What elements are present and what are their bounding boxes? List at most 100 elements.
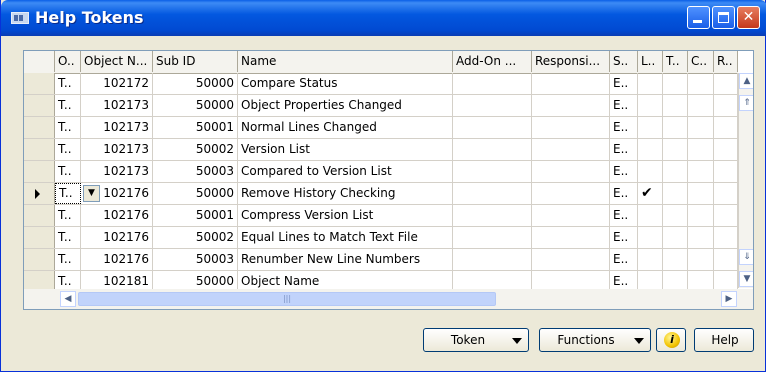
col-header-name[interactable]: Name bbox=[238, 51, 453, 72]
row-selector[interactable] bbox=[24, 205, 55, 226]
cell-r[interactable] bbox=[714, 161, 738, 182]
cell-r[interactable] bbox=[714, 139, 738, 160]
cell-s[interactable]: E.. bbox=[610, 205, 638, 226]
cell-object-type[interactable]: T.. bbox=[55, 249, 81, 270]
cell-object-no[interactable]: 102176 bbox=[81, 249, 153, 270]
cell-object-type[interactable]: T.. bbox=[55, 227, 81, 248]
cell-object-type[interactable]: T.. bbox=[55, 205, 81, 226]
cell-object-no[interactable]: 102172 bbox=[81, 73, 153, 94]
functions-menu-button[interactable]: Functions bbox=[539, 328, 651, 352]
cell-s[interactable]: E.. bbox=[610, 73, 638, 94]
header-selector[interactable] bbox=[24, 51, 55, 72]
cell-t[interactable] bbox=[663, 139, 688, 160]
cell-name[interactable]: Version List bbox=[238, 139, 453, 160]
info-button[interactable]: i bbox=[656, 328, 686, 352]
cell-sub-id[interactable]: 50001 bbox=[153, 205, 238, 226]
table-row[interactable]: T.. 102176 50002 Equal Lines to Match Text … bbox=[24, 227, 738, 249]
row-selector[interactable] bbox=[24, 139, 55, 160]
cell-object-type[interactable]: T.. bbox=[55, 73, 81, 94]
col-header-responsible[interactable]: Responsi... bbox=[532, 51, 610, 72]
row-selector[interactable] bbox=[24, 117, 55, 138]
row-selector[interactable] bbox=[24, 95, 55, 116]
minimize-button[interactable] bbox=[687, 6, 710, 29]
row-selector[interactable] bbox=[24, 161, 55, 182]
col-header-l[interactable]: L.. bbox=[638, 51, 663, 72]
col-header-add-on[interactable]: Add-On ... bbox=[453, 51, 532, 72]
cell-s[interactable]: E.. bbox=[610, 249, 638, 270]
cell-object-type[interactable]: T.. bbox=[55, 117, 81, 138]
token-menu-button[interactable]: Token bbox=[423, 328, 529, 352]
col-header-t[interactable]: T.. bbox=[663, 51, 688, 72]
cell-l[interactable] bbox=[638, 139, 663, 160]
cell-responsible[interactable] bbox=[532, 117, 610, 138]
cell-object-no[interactable]: 102173 bbox=[81, 95, 153, 116]
col-header-s[interactable]: S.. bbox=[610, 51, 638, 72]
cell-object-no[interactable]: 102173 bbox=[81, 161, 153, 182]
col-header-object-type[interactable]: O.. bbox=[55, 51, 81, 72]
table-row[interactable]: T.. 102173 50000 Object Properties Changed E… bbox=[24, 95, 738, 117]
scroll-page-down-icon[interactable]: ⇓ bbox=[739, 249, 753, 265]
cell-t[interactable] bbox=[663, 117, 688, 138]
cell-l[interactable] bbox=[638, 117, 663, 138]
cell-s[interactable]: E.. bbox=[610, 117, 638, 138]
table-row[interactable]: T.. 102172 50000 Compare Status E.. bbox=[24, 73, 738, 95]
cell-l[interactable] bbox=[638, 227, 663, 248]
cell-add-on[interactable] bbox=[453, 139, 532, 160]
vertical-scrollbar[interactable]: ▲ ⇑ ⇓ ▼ bbox=[738, 73, 753, 288]
cell-l[interactable] bbox=[638, 249, 663, 270]
cell-r[interactable] bbox=[714, 249, 738, 270]
cell-sub-id[interactable]: 50000 bbox=[153, 95, 238, 116]
cell-l[interactable] bbox=[638, 205, 663, 226]
cell-add-on[interactable] bbox=[453, 73, 532, 94]
cell-c[interactable] bbox=[688, 205, 714, 226]
cell-sub-id[interactable]: 50003 bbox=[153, 161, 238, 182]
cell-object-no[interactable]: 102176 bbox=[81, 205, 153, 226]
dropdown-button[interactable]: ▼ bbox=[83, 185, 100, 202]
cell-name[interactable]: Object Properties Changed bbox=[238, 95, 453, 116]
table-row[interactable]: T.. 102173 50001 Normal Lines Changed E.. bbox=[24, 117, 738, 139]
cell-sub-id[interactable]: 50000 bbox=[153, 73, 238, 94]
table-row[interactable]: T.. 102176 50003 Renumber New Line Numbers E… bbox=[24, 249, 738, 271]
cell-c[interactable] bbox=[688, 73, 714, 94]
title-bar[interactable]: Help Tokens ✕ bbox=[1, 0, 766, 36]
cell-add-on[interactable] bbox=[453, 95, 532, 116]
cell-sub-id[interactable]: 50001 bbox=[153, 117, 238, 138]
cell-t[interactable] bbox=[663, 73, 688, 94]
cell-t[interactable] bbox=[663, 249, 688, 270]
cell-c[interactable] bbox=[688, 139, 714, 160]
cell-sub-id[interactable]: 50002 bbox=[153, 139, 238, 160]
cell-s[interactable]: E.. bbox=[610, 183, 638, 204]
cell-name[interactable]: Remove History Checking bbox=[238, 183, 453, 204]
scroll-up-icon[interactable]: ▲ bbox=[739, 73, 753, 89]
close-button[interactable]: ✕ bbox=[737, 6, 760, 29]
cell-add-on[interactable] bbox=[453, 117, 532, 138]
row-selector[interactable] bbox=[24, 183, 55, 204]
cell-c[interactable] bbox=[688, 249, 714, 270]
cell-s[interactable]: E.. bbox=[610, 227, 638, 248]
cell-l[interactable]: ✔ bbox=[638, 183, 663, 204]
horizontal-scroll-thumb[interactable]: ||| bbox=[78, 292, 496, 306]
table-row[interactable]: T.. 102173 50002 Version List E.. bbox=[24, 139, 738, 161]
horizontal-scrollbar[interactable]: ◀ ||| ▶ bbox=[24, 289, 753, 309]
cell-s[interactable]: E.. bbox=[610, 139, 638, 160]
cell-r[interactable] bbox=[714, 73, 738, 94]
maximize-button[interactable] bbox=[712, 6, 735, 29]
cell-object-type[interactable]: T.. bbox=[55, 183, 81, 204]
cell-s[interactable]: E.. bbox=[610, 95, 638, 116]
cell-responsible[interactable] bbox=[532, 139, 610, 160]
cell-sub-id[interactable]: 50003 bbox=[153, 249, 238, 270]
cell-r[interactable] bbox=[714, 117, 738, 138]
cell-t[interactable] bbox=[663, 205, 688, 226]
cell-c[interactable] bbox=[688, 117, 714, 138]
cell-name[interactable]: Compared to Version List bbox=[238, 161, 453, 182]
cell-responsible[interactable] bbox=[532, 227, 610, 248]
table-row[interactable]: T.. 102173 50003 Compared to Version List E.… bbox=[24, 161, 738, 183]
cell-r[interactable] bbox=[714, 227, 738, 248]
cell-name[interactable]: Equal Lines to Match Text File bbox=[238, 227, 453, 248]
cell-t[interactable] bbox=[663, 161, 688, 182]
cell-c[interactable] bbox=[688, 161, 714, 182]
cell-responsible[interactable] bbox=[532, 73, 610, 94]
cell-add-on[interactable] bbox=[453, 227, 532, 248]
cell-object-type[interactable]: T.. bbox=[55, 139, 81, 160]
cell-object-no[interactable]: 102173 bbox=[81, 117, 153, 138]
